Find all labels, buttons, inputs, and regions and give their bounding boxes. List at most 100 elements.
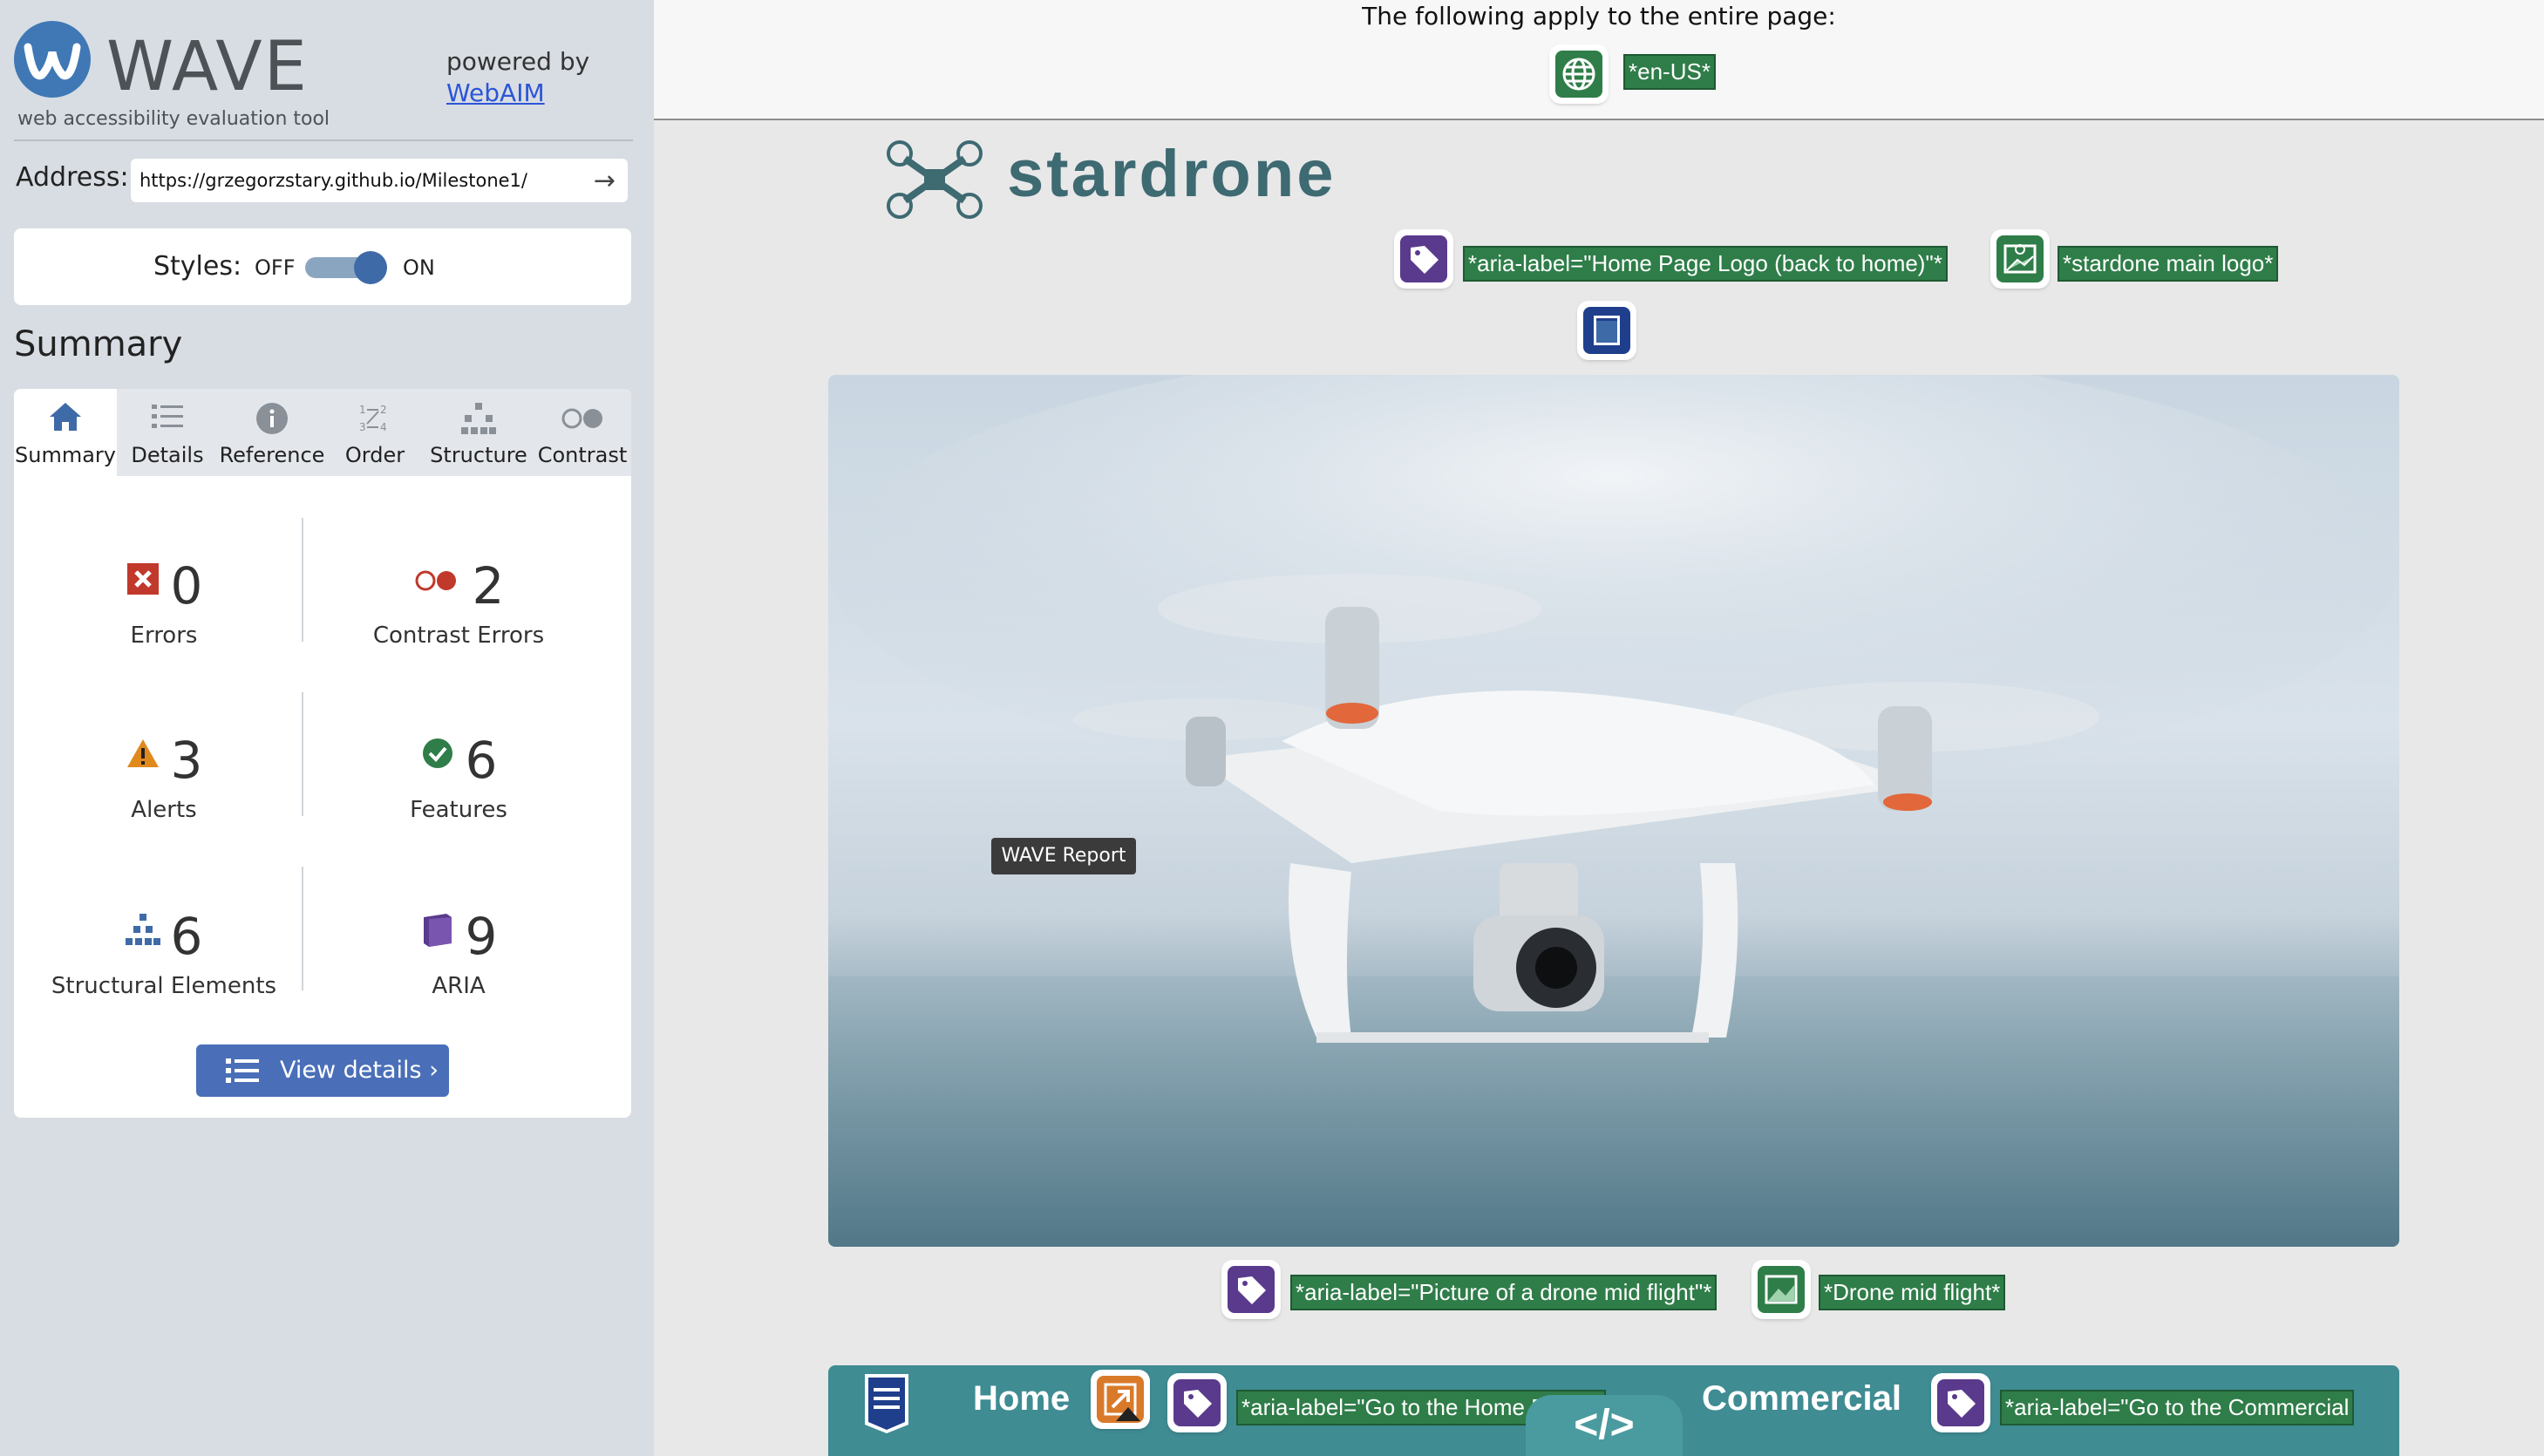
alert-icon <box>126 724 160 767</box>
view-details-button[interactable]: View details › <box>196 1044 449 1097</box>
aria-label-badge[interactable] <box>1397 232 1451 286</box>
info-icon <box>218 401 326 436</box>
summary-heading: Summary <box>14 324 183 364</box>
tab-summary-label: Summary <box>15 443 116 467</box>
list-icon <box>117 401 218 436</box>
structural-count: 6 <box>170 907 203 966</box>
svg-text:3: 3 <box>359 421 366 433</box>
tab-contrast[interactable]: Contrast <box>534 389 631 476</box>
image-aria-label-tag: *aria-label="Picture of a drone mid flig… <box>1290 1275 1718 1310</box>
feature-icon <box>420 724 455 768</box>
nav-home-link[interactable]: Home <box>973 1379 1070 1419</box>
image-aria-badge[interactable] <box>1224 1262 1278 1317</box>
aria-count: 9 <box>465 907 498 966</box>
errors-label: Errors <box>130 623 198 649</box>
errors-count: 0 <box>170 556 203 616</box>
image-icon <box>1758 1266 1805 1313</box>
tab-structure[interactable]: Structure <box>424 389 534 476</box>
webaim-link[interactable]: WebAIM <box>446 78 545 107</box>
logo-alt-tag: *stardone main logo* <box>2058 246 2279 282</box>
structural-label: Structural Elements <box>51 973 277 999</box>
features-stat[interactable]: 6 Features <box>319 724 598 863</box>
styles-toggle[interactable] <box>305 251 389 284</box>
wave-logo-subtitle: web accessibility evaluation tool <box>17 108 330 130</box>
order-icon: 1 2 3 4 <box>326 401 424 436</box>
alerts-label: Alerts <box>131 797 197 823</box>
language-badge[interactable] <box>1552 47 1606 101</box>
navigation-icon <box>865 1374 908 1433</box>
aria-stat[interactable]: 9 ARIA <box>319 900 598 1039</box>
powered-by-text: powered by <box>446 47 590 76</box>
go-arrow-icon[interactable]: → <box>594 166 616 196</box>
image-alt-tag: *Drone mid flight* <box>1819 1275 2006 1310</box>
tag-icon <box>1937 1379 1984 1426</box>
contrast-icon <box>534 401 631 436</box>
features-label: Features <box>410 797 507 823</box>
language-tag: *en-US* <box>1623 54 1716 90</box>
sidebar-divider <box>14 139 633 141</box>
redundant-link-icon <box>1097 1376 1144 1423</box>
page-apply-text: The following apply to the entire page: <box>1362 2 1836 31</box>
linked-image-badge[interactable] <box>1993 232 2047 286</box>
tab-contrast-label: Contrast <box>537 443 628 467</box>
tab-structure-label: Structure <box>430 443 527 467</box>
structure-badge[interactable] <box>1580 303 1634 357</box>
stardrone-logo-icon[interactable] <box>886 139 983 223</box>
hero-drone-image <box>828 375 2399 1247</box>
stardrone-brand-text[interactable]: stardrone <box>1007 136 1337 212</box>
structural-stat[interactable]: 6 Structural Elements <box>24 900 303 1039</box>
toggle-knob <box>354 251 387 284</box>
wave-sidebar: WAVE web accessibility evaluation tool p… <box>0 0 654 1456</box>
styles-off-label: OFF <box>255 255 296 280</box>
home-aria-badge[interactable] <box>1170 1376 1224 1430</box>
contrast-errors-count: 2 <box>472 556 505 616</box>
svg-text:1: 1 <box>359 404 366 416</box>
list-icon <box>226 1057 261 1092</box>
tab-details[interactable]: Details <box>117 389 218 476</box>
navigation-badge[interactable] <box>861 1372 912 1435</box>
tab-bar: Summary Details Reference 1234 Order Str… <box>14 389 631 476</box>
contrast-error-icon <box>413 549 462 591</box>
tag-icon <box>1228 1266 1275 1313</box>
tab-order-label: Order <box>344 443 405 467</box>
address-value: https://grzegorzstary.github.io/Mileston… <box>139 170 527 191</box>
wave-logo-icon <box>14 21 91 98</box>
tab-reference-label: Reference <box>219 443 325 467</box>
home-icon <box>14 401 117 436</box>
aria-label: ARIA <box>432 973 486 999</box>
logo-aria-label-tag: *aria-label="Home Page Logo (back to hom… <box>1463 246 1948 282</box>
tab-order[interactable]: 1 2 3 4 Order <box>326 389 424 476</box>
nav-commercial-link[interactable]: Commercial <box>1702 1379 1901 1419</box>
address-input[interactable]: https://grzegorzstary.github.io/Mileston… <box>131 159 628 202</box>
wave-logo-text: WAVE <box>106 28 309 106</box>
structure-icon <box>424 401 534 436</box>
contrast-errors-label: Contrast Errors <box>372 623 545 649</box>
aria-stat-icon <box>420 900 455 947</box>
commercial-aria-badge[interactable] <box>1934 1376 1988 1430</box>
drone-illustration <box>828 375 2399 1247</box>
structure-stat-icon <box>125 900 160 945</box>
tab-reference[interactable]: Reference <box>218 389 326 476</box>
summary-panel: Summary Details Reference 1 2 3 4 Order Str… <box>14 389 631 1118</box>
alerts-stat[interactable]: 3 Alerts <box>24 724 303 863</box>
tag-icon <box>1400 235 1447 282</box>
tab-details-label: Details <box>131 443 204 467</box>
code-toggle-button[interactable]: </> <box>1526 1395 1683 1456</box>
globe-icon <box>1555 51 1602 98</box>
commercial-aria-label-tag: *aria-label="Go to the Commercial <box>2000 1390 2355 1425</box>
image-alt-badge[interactable] <box>1754 1262 1808 1317</box>
wave-report-tooltip: WAVE Report <box>991 838 1136 874</box>
linked-image-icon <box>1996 235 2044 282</box>
header-structure-icon <box>1583 307 1630 354</box>
features-count: 6 <box>465 731 498 790</box>
tab-summary[interactable]: Summary <box>14 389 117 476</box>
svg-text:4: 4 <box>380 421 387 433</box>
styles-on-label: ON <box>403 255 435 280</box>
contrast-errors-stat[interactable]: 2 Contrast Errors <box>319 549 598 689</box>
errors-stat[interactable]: 0 Errors <box>24 549 303 689</box>
address-label: Address: <box>16 162 129 193</box>
redundant-link-badge[interactable] <box>1093 1372 1147 1426</box>
styles-toggle-panel: Styles: OFF ON <box>14 228 631 305</box>
alerts-count: 3 <box>170 731 203 790</box>
error-icon <box>126 549 160 595</box>
